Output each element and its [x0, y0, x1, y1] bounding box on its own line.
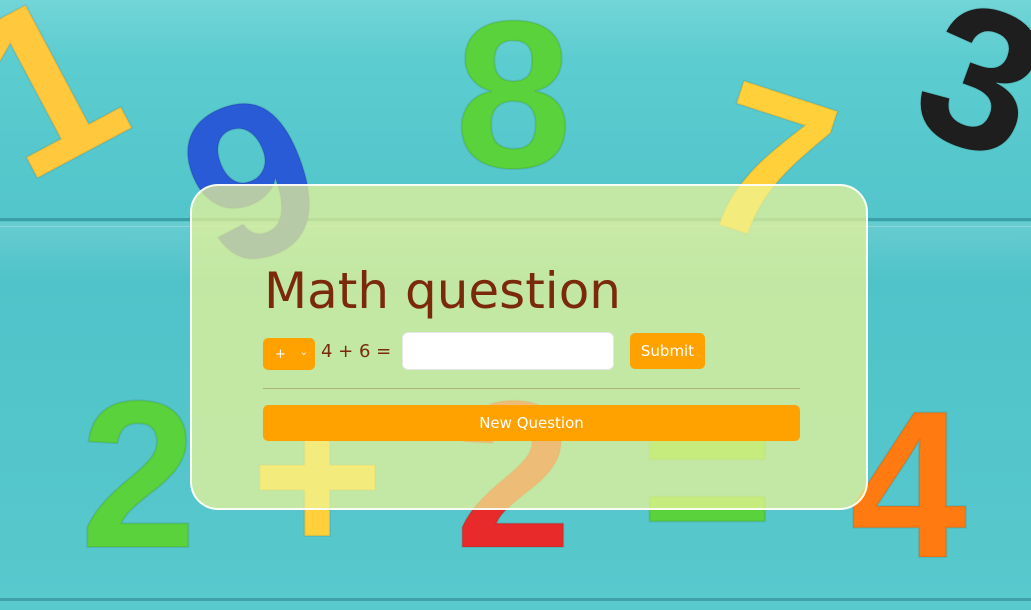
- operator-selected-value: +: [275, 346, 286, 362]
- answer-input[interactable]: [402, 332, 614, 370]
- page-title: Math question: [264, 262, 621, 320]
- new-question-button[interactable]: New Question: [263, 405, 800, 441]
- submit-button[interactable]: Submit: [630, 333, 705, 369]
- equation-text: 4 + 6 =: [321, 341, 392, 362]
- number-8-magnet: 8: [454, 0, 573, 212]
- divider: [263, 388, 800, 389]
- number-2-magnet: 2: [79, 357, 198, 592]
- chevron-down-icon: ⌄: [299, 347, 308, 358]
- operator-select[interactable]: + ⌄: [263, 338, 315, 370]
- math-question-card: Math question + ⌄ 4 + 6 = Submit New Que…: [190, 184, 868, 510]
